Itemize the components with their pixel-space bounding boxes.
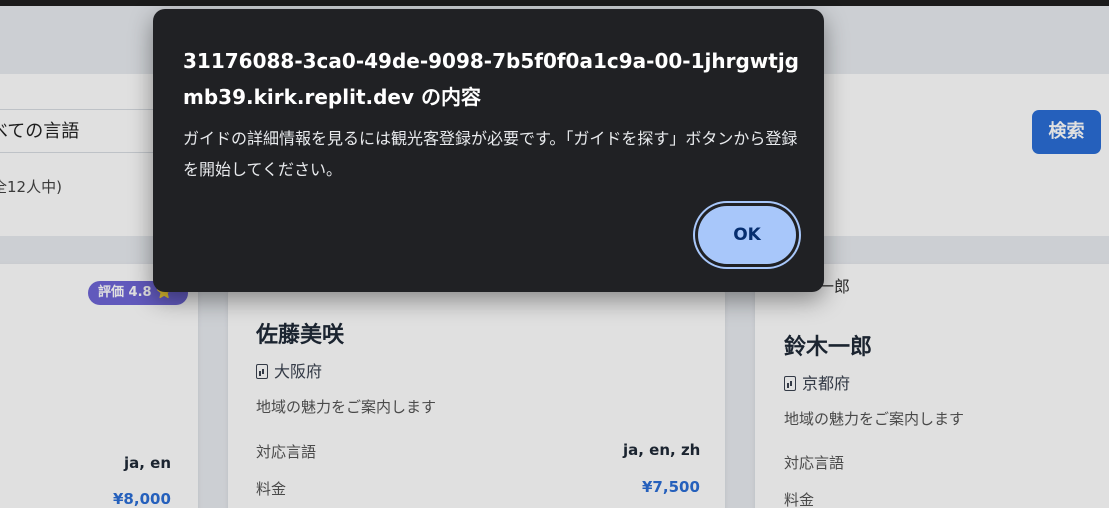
dialog-message: ガイドの詳細情報を見るには観光客登録が必要です。「ガイドを探す」ボタンから登録を… xyxy=(183,129,798,179)
dialog-title: 31176088-3ca0-49de-9098-7b5f0f0a1c9a-00-… xyxy=(183,49,799,109)
alert-dialog: 31176088-3ca0-49de-9098-7b5f0f0a1c9a-00-… xyxy=(153,9,824,292)
ok-button[interactable]: OK xyxy=(698,206,796,264)
